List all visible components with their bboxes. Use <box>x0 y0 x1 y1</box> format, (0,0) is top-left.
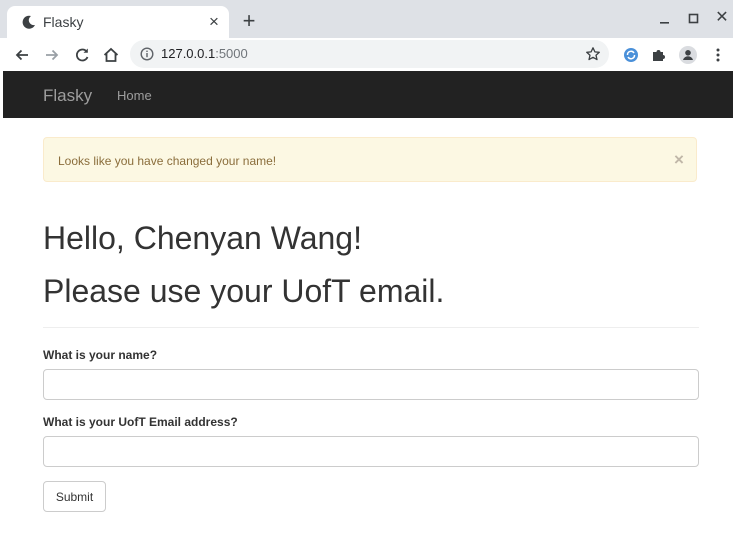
divider <box>43 327 699 328</box>
email-input[interactable] <box>43 436 699 467</box>
url-text: 127.0.0.1:5000 <box>161 46 248 62</box>
flash-alert: Looks like you have changed your name! × <box>43 137 697 182</box>
extension-sync-icon[interactable] <box>620 44 642 66</box>
puzzle-icon[interactable] <box>648 44 670 66</box>
home-icon[interactable] <box>100 44 122 66</box>
email-label: What is your UofT Email address? <box>43 415 238 429</box>
submit-button[interactable]: Submit <box>43 481 106 512</box>
url-host: 127.0.0.1 <box>161 46 216 61</box>
browser-toolbar: 127.0.0.1:5000 <box>0 38 733 71</box>
name-label: What is your name? <box>43 348 158 362</box>
greeting-heading: Hello, Chenyan Wang! <box>43 220 362 256</box>
page-viewport: Flasky Home Looks like you have changed … <box>0 71 733 550</box>
star-icon[interactable] <box>585 46 601 62</box>
tab-strip: Flasky × + ✕ <box>0 0 733 38</box>
minimize-icon[interactable] <box>655 9 675 29</box>
alert-close-icon[interactable]: × <box>671 151 687 169</box>
maximize-icon[interactable] <box>684 9 704 29</box>
browser-tab[interactable]: Flasky × <box>7 6 229 38</box>
profile-icon[interactable] <box>677 44 699 66</box>
navbar: Flasky Home <box>3 71 733 118</box>
back-icon[interactable] <box>11 44 33 66</box>
info-icon[interactable] <box>140 47 154 61</box>
name-input[interactable] <box>43 369 699 400</box>
url-port: :5000 <box>215 46 248 61</box>
forward-icon[interactable] <box>41 44 63 66</box>
nav-link-home[interactable]: Home <box>117 88 152 104</box>
address-bar[interactable]: 127.0.0.1:5000 <box>130 40 609 68</box>
window-close-icon[interactable]: ✕ <box>711 8 733 30</box>
navbar-brand[interactable]: Flasky <box>43 86 92 106</box>
reload-icon[interactable] <box>71 44 93 66</box>
new-tab-icon[interactable]: + <box>239 10 259 32</box>
menu-icon[interactable] <box>707 44 729 66</box>
email-notice-heading: Please use your UofT email. <box>43 273 445 309</box>
alert-message: Looks like you have changed your name! <box>58 154 277 168</box>
moon-favicon-icon <box>21 14 37 30</box>
tab-close-icon[interactable]: × <box>206 13 222 31</box>
tab-title: Flasky <box>43 14 84 30</box>
